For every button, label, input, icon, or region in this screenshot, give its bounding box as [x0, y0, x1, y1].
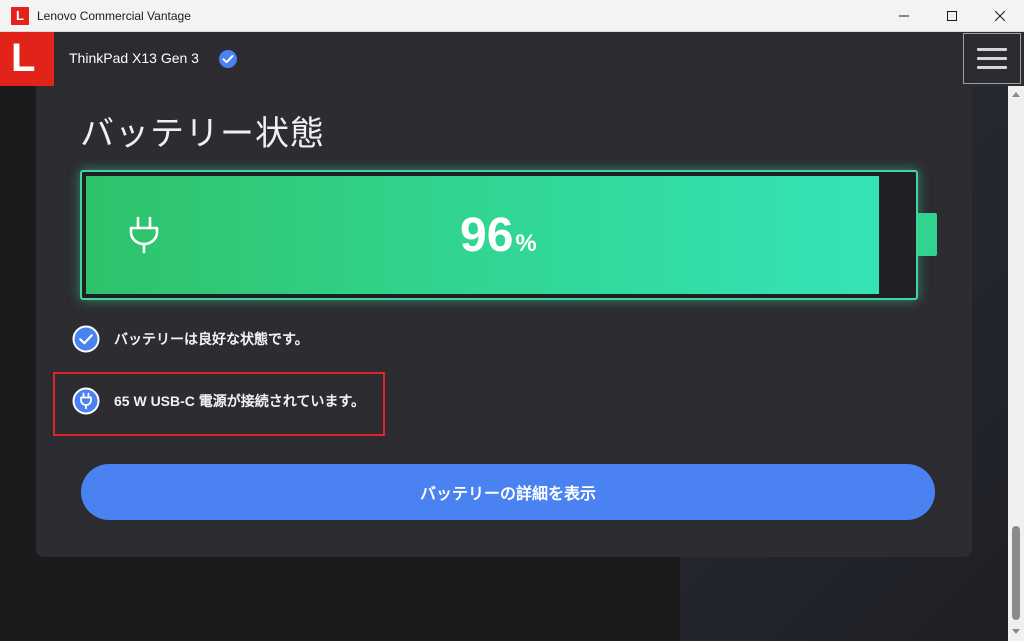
- vertical-scrollbar[interactable]: [1008, 86, 1024, 641]
- minimize-button[interactable]: [880, 0, 928, 32]
- section-title: バッテリー状態: [80, 115, 325, 153]
- battery-percent-value: 96: [460, 209, 514, 262]
- lenovo-brand-logo[interactable]: L: [0, 32, 54, 86]
- scroll-up-arrow-icon[interactable]: [1012, 92, 1020, 97]
- window-controls: [880, 0, 1024, 32]
- minimize-icon: [899, 15, 909, 17]
- plug-icon: [129, 216, 159, 254]
- device-name: ThinkPad X13 Gen 3: [69, 50, 199, 66]
- hamburger-menu-icon-bar: [977, 57, 1007, 60]
- highlight-annotation: [53, 372, 385, 436]
- battery-health-text: バッテリーは良好な状態です。: [114, 331, 309, 347]
- close-button[interactable]: [976, 0, 1024, 32]
- battery-health-status: バッテリーは良好な状態です。: [72, 324, 309, 354]
- main-content: バッテリー状態 96% バッテリーは良好な状態です。 65 W USB-C 電源…: [0, 86, 1008, 641]
- brand-letter: L: [11, 36, 36, 80]
- battery-percent-sign: %: [515, 230, 537, 257]
- scrollbar-thumb[interactable]: [1012, 526, 1020, 620]
- check-circle-icon: [72, 325, 100, 353]
- maximize-icon: [947, 11, 957, 21]
- close-icon: [994, 10, 1006, 22]
- window-title: Lenovo Commercial Vantage: [37, 8, 191, 23]
- lenovo-app-icon: L: [11, 6, 29, 25]
- hamburger-menu-button[interactable]: [963, 33, 1021, 84]
- view-battery-details-button[interactable]: バッテリーの詳細を表示: [81, 464, 935, 520]
- maximize-button[interactable]: [928, 0, 976, 32]
- battery-percentage: 96%: [460, 208, 537, 263]
- hamburger-menu-icon-bar: [977, 66, 1007, 69]
- window-title-bar: L Lenovo Commercial Vantage: [0, 0, 1024, 32]
- app-header: L ThinkPad X13 Gen 3: [0, 32, 1024, 86]
- battery-terminal: [918, 213, 937, 256]
- check-circle-icon: [219, 50, 237, 68]
- scroll-down-arrow-icon[interactable]: [1012, 629, 1020, 634]
- hamburger-menu-icon: [977, 48, 1007, 51]
